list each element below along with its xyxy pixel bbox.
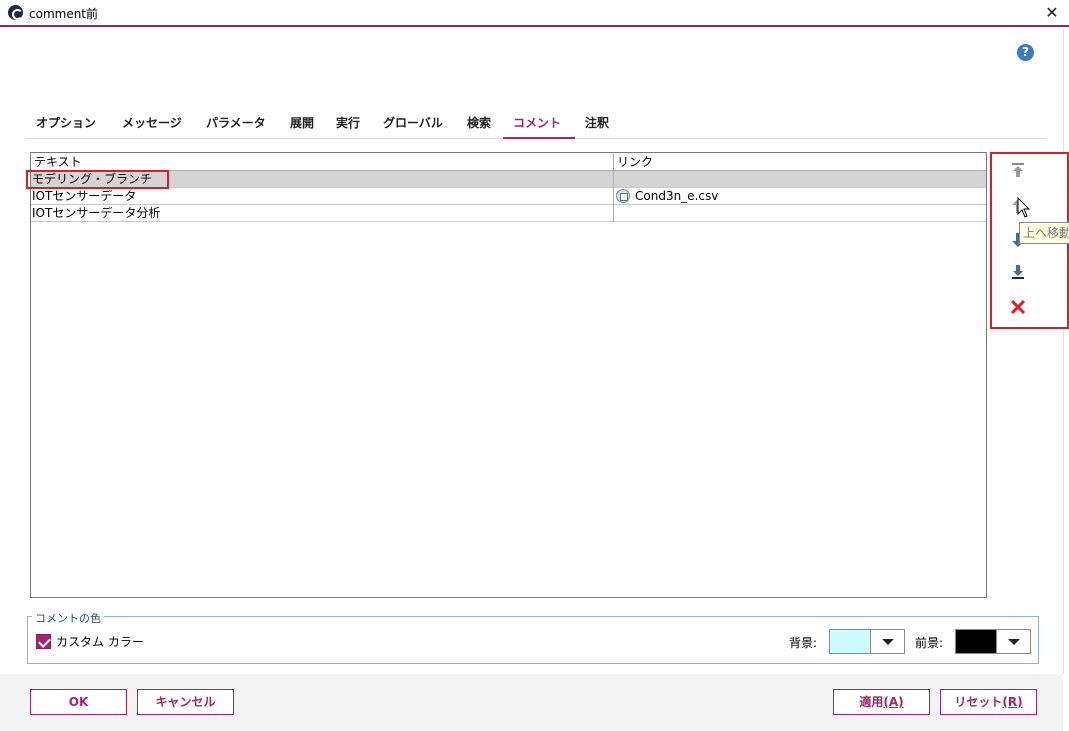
chevron-down-icon[interactable]: [996, 630, 1030, 653]
apply-label: 適用: [859, 695, 884, 709]
row-link: [614, 205, 986, 221]
reset-button[interactable]: リセット(R): [940, 689, 1037, 715]
ok-button[interactable]: OK: [30, 689, 127, 715]
dialog-window: comment前 ✕ ? オプション メッセージ パラメータ 展開 実行 グロー…: [0, 0, 1069, 731]
mouse-cursor-icon: [1017, 197, 1031, 218]
tab-parameters[interactable]: パラメータ: [206, 114, 266, 131]
foreground-color-picker[interactable]: [955, 629, 1031, 654]
foreground-color-swatch[interactable]: [956, 630, 996, 653]
column-header-link[interactable]: リンク: [614, 153, 653, 171]
foreground-label: 前景:: [915, 636, 944, 650]
app-logo-icon: [8, 5, 23, 20]
apply-mnemonic: (A): [883, 695, 904, 709]
table-row[interactable]: IOTセンサーデータ分析: [31, 205, 986, 222]
table-row[interactable]: モデリング・ブランチ: [31, 171, 986, 188]
comment-table[interactable]: テキスト リンク モデリング・ブランチ IOTセンサーデータ Cond3n_e.…: [30, 152, 987, 598]
move-up-tooltip: 上へ移動: [1019, 222, 1069, 244]
column-divider[interactable]: [613, 153, 614, 222]
background-color-picker[interactable]: [829, 629, 905, 654]
reset-label: リセット: [954, 695, 1003, 709]
comment-color-group-title: コメントの色: [32, 610, 104, 626]
tab-deploy[interactable]: 展開: [290, 114, 314, 131]
help-icon[interactable]: ?: [1017, 44, 1034, 61]
link-filename: Cond3n_e.csv: [635, 189, 719, 203]
row-text: IOTセンサーデータ: [32, 189, 137, 203]
tab-options[interactable]: オプション: [36, 114, 96, 131]
background-color-swatch[interactable]: [830, 630, 870, 653]
table-header: テキスト リンク: [31, 153, 986, 171]
tab-messages[interactable]: メッセージ: [122, 114, 182, 131]
tab-global[interactable]: グローバル: [383, 114, 443, 131]
title-bar: comment前 ✕: [0, 0, 1069, 27]
tab-execute[interactable]: 実行: [336, 114, 360, 131]
chevron-down-icon[interactable]: [870, 630, 904, 653]
tab-comment[interactable]: コメント: [513, 114, 561, 131]
window-title: comment前: [29, 7, 99, 21]
close-icon[interactable]: ✕: [1041, 2, 1063, 24]
move-bottom-icon[interactable]: [1008, 262, 1028, 282]
move-top-icon[interactable]: [1008, 160, 1028, 180]
window-edge: [1063, 29, 1064, 674]
row-text: IOTセンサーデータ分析: [32, 206, 161, 220]
table-row[interactable]: IOTセンサーデータ Cond3n_e.csv: [31, 188, 986, 205]
row-link: [614, 171, 986, 187]
tab-annotation[interactable]: 注釈: [585, 114, 609, 131]
delete-icon[interactable]: [1008, 297, 1028, 317]
file-link-icon: [616, 189, 630, 203]
tab-bar: オプション メッセージ パラメータ 展開 実行 グローバル 検索 コメント 注釈: [26, 108, 1046, 139]
custom-color-checkbox[interactable]: [36, 634, 51, 649]
apply-button[interactable]: 適用(A): [833, 689, 930, 715]
background-label: 背景:: [789, 636, 818, 650]
highlight-box-row: [26, 170, 169, 189]
reset-mnemonic: (R): [1002, 695, 1023, 709]
column-header-text[interactable]: テキスト: [31, 153, 82, 171]
active-tab-indicator: [503, 137, 575, 139]
custom-color-label[interactable]: カスタム カラー: [56, 633, 144, 650]
row-link[interactable]: Cond3n_e.csv: [614, 188, 986, 204]
cancel-button[interactable]: キャンセル: [137, 689, 234, 715]
tab-search[interactable]: 検索: [467, 114, 491, 131]
